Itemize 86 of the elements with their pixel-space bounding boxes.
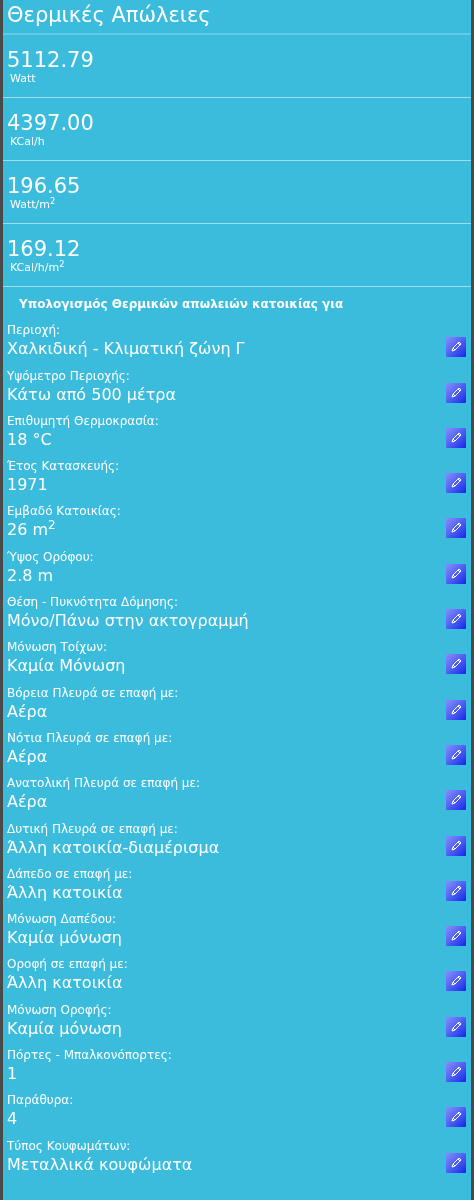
edit-button[interactable] bbox=[446, 744, 466, 765]
field-label: Παράθυρα: bbox=[7, 1092, 74, 1109]
edit-button[interactable] bbox=[446, 880, 466, 901]
pencil-icon bbox=[449, 702, 463, 717]
field-label: Επιθυμητή Θερμοκρασία: bbox=[7, 412, 159, 429]
field-value: 4 bbox=[7, 1108, 18, 1131]
pencil-icon bbox=[449, 1110, 463, 1125]
edit-button[interactable] bbox=[446, 926, 466, 947]
edit-button[interactable] bbox=[446, 654, 466, 675]
field-value: Αέρα bbox=[7, 700, 48, 723]
field-label: Νότια Πλευρά σε επαφή με: bbox=[7, 729, 173, 746]
result-unit: Watt/m$^{2}$ bbox=[9, 198, 56, 212]
field-value: 26 m$^{2}$ bbox=[7, 519, 56, 542]
field-label: Υψόμετρο Περιοχής: bbox=[7, 367, 130, 384]
field-label: Τύπος Κουφωμάτων: bbox=[7, 1137, 131, 1154]
result-unit: Watt bbox=[9, 72, 36, 86]
pencil-icon bbox=[449, 566, 463, 581]
field-value: Μεταλλικά κουφώματα bbox=[7, 1153, 193, 1176]
edit-button[interactable] bbox=[446, 518, 466, 539]
edit-button[interactable] bbox=[446, 382, 466, 403]
pencil-icon bbox=[449, 793, 463, 808]
pencil-icon bbox=[449, 929, 463, 944]
field-value: 2.8 m bbox=[7, 564, 54, 587]
field-label: Μόνωση Οροφής: bbox=[7, 1001, 112, 1018]
field-label: Πόρτες - Μπαλκονόπορτες: bbox=[7, 1047, 172, 1064]
field-label: Οροφή σε επαφή με: bbox=[7, 956, 128, 973]
pencil-icon bbox=[449, 883, 463, 898]
edit-button[interactable] bbox=[446, 1107, 466, 1128]
edit-button[interactable] bbox=[446, 699, 466, 720]
field-value: Μόνο/Πάνω στην ακτογραμμή bbox=[7, 610, 249, 633]
pencil-icon bbox=[449, 612, 463, 627]
field-value: Κάτω από 500 μέτρα bbox=[7, 383, 176, 406]
field-label: Έτος Κατασκευής: bbox=[7, 458, 120, 475]
edit-button[interactable] bbox=[446, 473, 466, 494]
field-label: Δυτική Πλευρά σε επαφή με: bbox=[7, 820, 178, 837]
field-value: Αέρα bbox=[7, 745, 48, 768]
edit-button[interactable] bbox=[446, 835, 466, 856]
field-value: Άλλη κατοικία bbox=[7, 972, 123, 995]
field-label: Θέση - Πυκνότητα Δόμησης: bbox=[7, 594, 179, 611]
pencil-icon bbox=[449, 974, 463, 989]
pencil-icon bbox=[449, 1065, 463, 1080]
pencil-icon bbox=[449, 1155, 463, 1170]
field-value: 1971 bbox=[7, 474, 48, 497]
edit-button[interactable] bbox=[446, 1062, 466, 1083]
pencil-icon bbox=[449, 747, 463, 762]
pencil-icon bbox=[449, 657, 463, 672]
panel-title: Θερμικές Απώλειες bbox=[3, 0, 471, 35]
edit-button[interactable] bbox=[446, 1152, 466, 1173]
field-value: Άλλη κατοικία-διαμέρισμα bbox=[7, 836, 220, 859]
field-label: Μόνωση Δαπέδου: bbox=[7, 911, 116, 928]
field-value: Καμία μόνωση bbox=[7, 1017, 122, 1040]
edit-button[interactable] bbox=[446, 337, 466, 358]
pencil-icon bbox=[449, 1019, 463, 1034]
result-unit: KCal/h bbox=[9, 135, 45, 149]
field-label: Μόνωση Τοίχων: bbox=[7, 639, 107, 656]
result-value: 5112.79 bbox=[7, 48, 94, 72]
field-value: Καμία Μόνωση bbox=[7, 655, 126, 678]
field-value: Αέρα bbox=[7, 791, 48, 814]
field-value: Καμία μόνωση bbox=[7, 927, 122, 950]
edit-button[interactable] bbox=[446, 427, 466, 448]
result-value: 169.12 bbox=[7, 237, 81, 261]
field-value: Χαλκιδική - Κλιματική ζώνη Γ bbox=[7, 338, 245, 361]
edit-button[interactable] bbox=[446, 563, 466, 584]
field-label: Βόρεια Πλευρά σε επαφή με: bbox=[7, 684, 179, 701]
pencil-icon bbox=[449, 430, 463, 445]
edit-button[interactable] bbox=[446, 1016, 466, 1037]
field-label: Περιοχή: bbox=[7, 322, 61, 339]
result-value: 196.65 bbox=[7, 174, 81, 198]
field-label: Εμβαδό Κατοικίας: bbox=[7, 503, 121, 520]
section-title: Υπολογισμός Θερμικών απωλειών κατοικίας για bbox=[19, 296, 344, 313]
field-label: Ανατολική Πλευρά σε επαφή με: bbox=[7, 775, 200, 792]
edit-button[interactable] bbox=[446, 971, 466, 992]
field-label: Δάπεδο σε επαφή με: bbox=[7, 865, 133, 882]
field-value: Άλλη κατοικία bbox=[7, 881, 123, 904]
field-value: 18 °C bbox=[7, 428, 52, 451]
pencil-icon bbox=[449, 476, 463, 491]
edit-button[interactable] bbox=[446, 609, 466, 630]
pencil-icon bbox=[449, 838, 463, 853]
result-value: 4397.00 bbox=[7, 111, 94, 135]
field-label: Ύψος Ορόφου: bbox=[7, 548, 94, 565]
pencil-icon bbox=[449, 385, 463, 400]
pencil-icon bbox=[449, 340, 463, 355]
field-value: 1 bbox=[7, 1063, 18, 1086]
result-unit: KCal/h/m$^{2}$ bbox=[9, 261, 65, 275]
pencil-icon bbox=[449, 521, 463, 536]
edit-button[interactable] bbox=[446, 790, 466, 811]
